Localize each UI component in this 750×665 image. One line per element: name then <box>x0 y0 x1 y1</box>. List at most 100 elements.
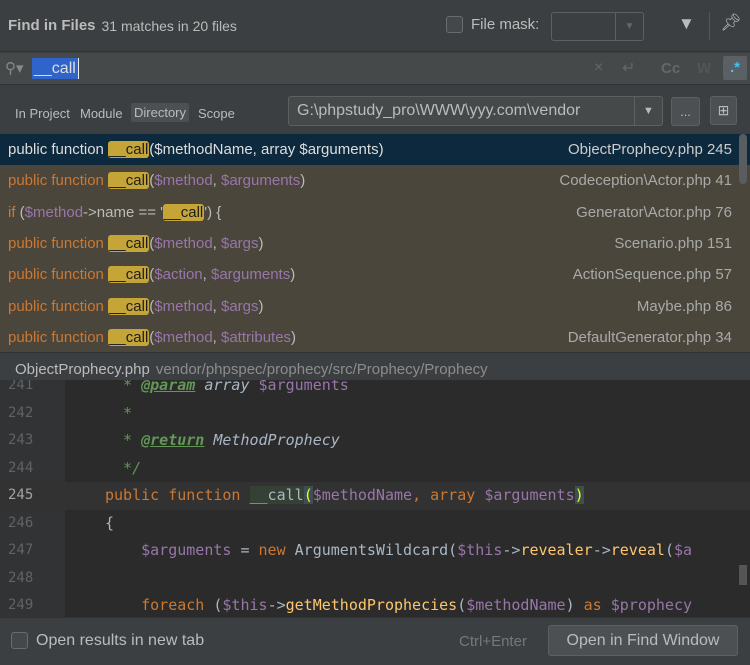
code-token: ) <box>574 486 584 504</box>
code-line: 245 public function __call($methodName, a… <box>0 482 750 510</box>
code-token: $methodName <box>312 486 413 504</box>
shortcut-hint: Ctrl+Enter <box>459 633 527 650</box>
chevron-down-icon[interactable]: ▼ <box>634 97 662 125</box>
tab-directory[interactable]: Directory <box>131 103 190 122</box>
code-token: ( <box>664 541 674 559</box>
result-text: , <box>212 235 221 253</box>
search-input[interactable]: __call <box>32 58 79 79</box>
result-match-highlight: __call <box>108 172 150 190</box>
preview-file: ObjectProphecy.php <box>15 361 150 378</box>
code-line: 246 { <box>0 510 750 538</box>
code-token: @param <box>141 380 196 394</box>
result-keyword: public function <box>8 328 109 346</box>
code-token: ArgumentsWildcard( <box>294 541 458 559</box>
file-mask-label: File mask: <box>471 16 540 33</box>
code-token: * <box>105 380 142 394</box>
code-token: public function <box>105 486 250 504</box>
preview-path: vendor/phpspec/prophecy/src/Prophecy/Pro… <box>155 361 488 378</box>
result-row[interactable]: if ($method ->name == ' __call ') {Generato… <box>0 197 750 228</box>
result-file: Scenario.php 151 <box>614 235 732 253</box>
code-token: getMethodProphecies <box>285 596 458 614</box>
code-token: -> <box>592 541 611 559</box>
dialog-footer: Open results in new tab Ctrl+Enter Open … <box>0 617 750 665</box>
tab-scope[interactable]: Scope <box>198 106 235 121</box>
code-text: * @return MethodProphecy <box>105 427 340 455</box>
code-line: 247 $arguments = new ArgumentsWildcard($… <box>0 537 750 565</box>
code-token: -> <box>502 541 521 559</box>
newline-icon[interactable]: ↵ <box>622 58 635 78</box>
pin-icon[interactable]: 📌︎ <box>720 13 742 33</box>
dialog-title: Find in Files <box>8 17 96 34</box>
file-mask-select[interactable]: ▼ <box>551 12 644 41</box>
line-number: 243 <box>8 432 34 448</box>
code-line: 248 <box>0 565 750 593</box>
result-text: , <box>212 297 221 315</box>
result-variable: $action <box>154 266 203 284</box>
result-row[interactable]: public function __call($action, $argumen… <box>0 259 750 290</box>
regex-toggle[interactable]: .* <box>723 56 747 80</box>
tab-module[interactable]: Module <box>80 106 123 121</box>
result-row[interactable]: public function __call($method, $attribu… <box>0 322 750 352</box>
code-text: $arguments = new ArgumentsWildcard($this… <box>105 537 692 565</box>
result-variable: $method <box>24 203 84 221</box>
result-variable: $args <box>221 297 259 315</box>
open-in-find-window-button[interactable]: Open in Find Window <box>548 625 738 656</box>
code-preview[interactable]: 241 * @param array $arguments 242 * 243 * … <box>0 380 750 617</box>
result-file: ObjectProphecy.php 245 <box>568 141 732 159</box>
result-keyword: array <box>261 141 300 159</box>
code-token: new <box>258 541 295 559</box>
whole-word-toggle[interactable]: W <box>697 60 711 77</box>
code-line: 249 foreach ($this->getMethodProphecies(… <box>0 592 750 617</box>
code-token: */ <box>105 458 142 477</box>
result-row[interactable]: public function __call($method, $argumen… <box>0 165 750 196</box>
code-token: __call <box>249 486 304 504</box>
result-text: , <box>212 328 221 346</box>
code-token: $arguments <box>484 486 575 504</box>
result-variable: $method <box>154 328 213 346</box>
match-case-toggle[interactable]: Cc <box>661 60 680 77</box>
filter-icon[interactable]: ▼ <box>678 14 695 34</box>
code-token: array <box>195 380 259 394</box>
result-row[interactable]: public function __call($method, $args) Sc… <box>0 228 750 259</box>
line-number: 245 <box>8 487 34 503</box>
code-token: $this <box>457 541 503 559</box>
browse-button[interactable]: ... <box>671 97 700 126</box>
recursive-directory-icon[interactable]: ⊞ <box>710 96 737 125</box>
directory-select[interactable]: G:\phpstudy_pro\WWW\yyy.com\vendor ▼ <box>288 96 663 126</box>
results-scrollbar[interactable] <box>739 134 747 184</box>
clear-icon[interactable]: × <box>594 59 603 77</box>
result-text: ) <box>258 235 264 253</box>
preview-header: ObjectProphecy.php vendor/phpspec/prophec… <box>0 352 750 382</box>
result-keyword: if <box>8 203 20 221</box>
result-variable: $arguments <box>221 172 301 190</box>
result-variable: $arguments <box>299 141 379 159</box>
chevron-down-icon[interactable]: ▼ <box>615 13 643 40</box>
code-text: { <box>105 510 114 538</box>
code-token: $arguments <box>258 380 349 394</box>
code-token: $arguments <box>105 541 232 559</box>
search-history-icon[interactable]: ⚲▾ <box>5 59 24 77</box>
line-number: 242 <box>8 404 34 421</box>
result-variable: $methodName <box>154 141 253 159</box>
code-token: $methodName <box>466 596 566 614</box>
result-variable: $method <box>154 235 213 253</box>
file-mask-checkbox[interactable] <box>446 16 463 33</box>
result-text: ) <box>300 172 306 190</box>
file-mask-toggle[interactable]: File mask: <box>446 16 539 33</box>
result-match-highlight: __call <box>108 266 150 284</box>
code-token: MethodProphecy <box>204 431 340 449</box>
tab-in-project[interactable]: In Project <box>15 106 70 121</box>
result-row[interactable]: public function __call($method, $args) Ma… <box>0 290 750 321</box>
line-number: 244 <box>8 459 34 476</box>
code-token: foreach <box>105 596 214 614</box>
code-line: 243 * @return MethodProphecy <box>0 427 750 455</box>
result-variable: $arguments <box>211 266 291 284</box>
result-row[interactable]: public function __call($methodName, arra… <box>0 134 750 166</box>
new-tab-checkbox[interactable] <box>11 632 28 649</box>
result-file: DefaultGenerator.php 34 <box>567 328 732 346</box>
code-token: $this <box>222 596 268 614</box>
result-file: Generator\Actor.php 76 <box>576 203 732 221</box>
result-match-highlight: __call <box>108 297 150 315</box>
code-token: { <box>105 513 115 532</box>
code-token: = <box>231 541 259 559</box>
